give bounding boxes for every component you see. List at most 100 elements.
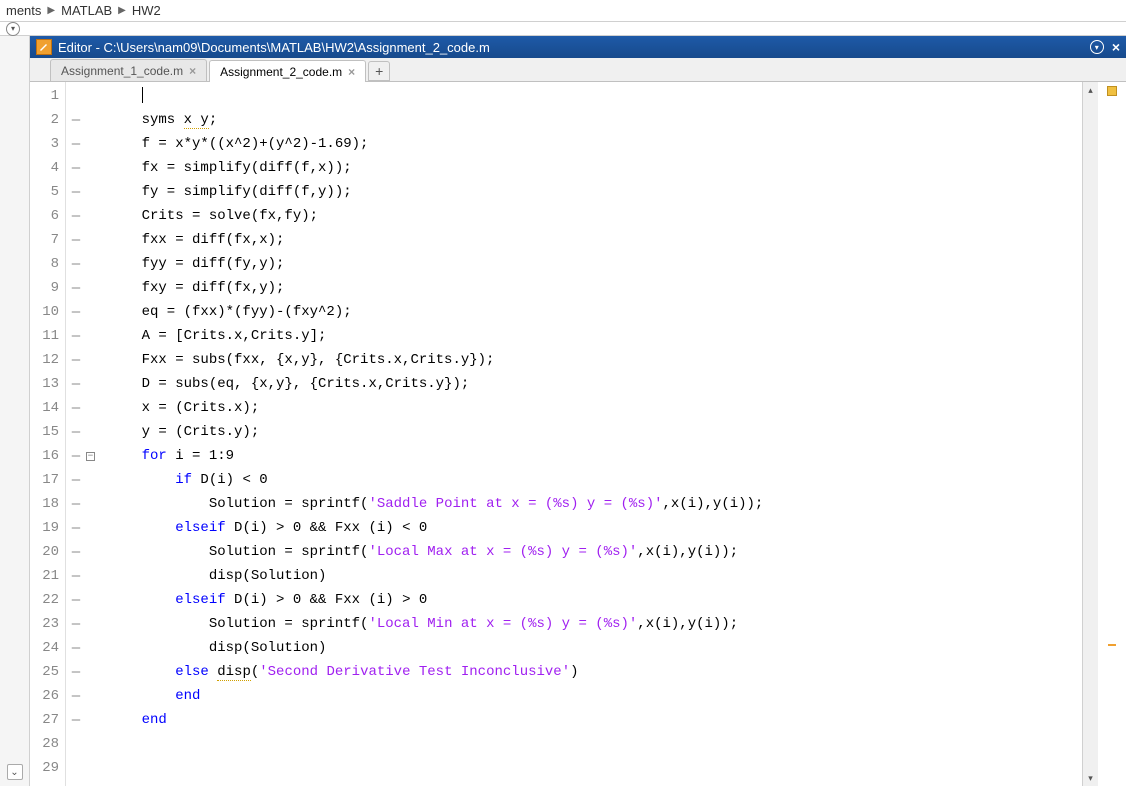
code-line[interactable]: fx = simplify(diff(f,x)); [108, 156, 1082, 180]
fold-cell [86, 228, 100, 252]
exec-mark-gutter: –––––––––––––––––––––––––– [66, 82, 86, 786]
line-number: 2 [30, 108, 59, 132]
code-line[interactable]: disp(Solution) [108, 564, 1082, 588]
code-line[interactable]: fy = simplify(diff(f,y)); [108, 180, 1082, 204]
code-line[interactable]: x = (Crits.x); [108, 396, 1082, 420]
code-status-icon[interactable] [1107, 86, 1117, 96]
code-line[interactable]: end [108, 684, 1082, 708]
editor-icon [36, 39, 52, 55]
code-line[interactable]: syms x y; [108, 108, 1082, 132]
fold-cell [86, 300, 100, 324]
code-line[interactable]: y = (Crits.y); [108, 420, 1082, 444]
line-number: 21 [30, 564, 59, 588]
fold-cell [86, 684, 100, 708]
line-number: 8 [30, 252, 59, 276]
line-number: 29 [30, 756, 59, 780]
code-line[interactable]: for i = 1:9 [108, 444, 1082, 468]
exec-mark: – [66, 564, 86, 588]
close-tab-icon[interactable]: × [348, 65, 355, 79]
fold-cell [86, 492, 100, 516]
fold-cell [86, 612, 100, 636]
line-number: 5 [30, 180, 59, 204]
code-area[interactable]: syms x y; f = x*y*((x^2)+(y^2)-1.69); fx… [100, 82, 1082, 786]
tab-assignment-1[interactable]: Assignment_1_code.m × [50, 59, 207, 81]
exec-mark: – [66, 372, 86, 396]
line-number: 13 [30, 372, 59, 396]
fold-cell [86, 108, 100, 132]
code-line[interactable]: Solution = sprintf('Local Max at x = (%s… [108, 540, 1082, 564]
exec-mark: – [66, 492, 86, 516]
code-analyzer-strip [1098, 82, 1126, 786]
code-line[interactable]: Fxx = subs(fxx, {x,y}, {Crits.x,Crits.y}… [108, 348, 1082, 372]
code-line[interactable]: disp(Solution) [108, 636, 1082, 660]
fold-cell [86, 420, 100, 444]
line-number: 18 [30, 492, 59, 516]
close-panel-button[interactable]: × [1112, 39, 1120, 55]
line-number: 15 [30, 420, 59, 444]
code-line[interactable]: A = [Crits.x,Crits.y]; [108, 324, 1082, 348]
scroll-up-icon[interactable]: ▴ [1083, 82, 1098, 98]
line-number: 7 [30, 228, 59, 252]
line-number: 17 [30, 468, 59, 492]
code-line[interactable]: elseif D(i) > 0 && Fxx (i) < 0 [108, 516, 1082, 540]
line-number: 26 [30, 684, 59, 708]
code-line[interactable]: D = subs(eq, {x,y}, {Crits.x,Crits.y}); [108, 372, 1082, 396]
line-number: 19 [30, 516, 59, 540]
exec-mark: – [66, 396, 86, 420]
dock-menu-icon[interactable]: ▾ [1090, 40, 1104, 54]
code-line[interactable]: Crits = solve(fx,fy); [108, 204, 1082, 228]
fold-cell [86, 660, 100, 684]
code-line[interactable]: fxx = diff(fx,x); [108, 228, 1082, 252]
tab-assignment-2[interactable]: Assignment_2_code.m × [209, 60, 366, 82]
exec-mark: – [66, 540, 86, 564]
exec-mark: – [66, 276, 86, 300]
exec-mark: – [66, 228, 86, 252]
exec-mark: – [66, 612, 86, 636]
dropdown-circle-icon[interactable]: ▾ [6, 22, 20, 36]
code-line[interactable]: fyy = diff(fy,y); [108, 252, 1082, 276]
exec-mark: – [66, 660, 86, 684]
code-line[interactable]: if D(i) < 0 [108, 468, 1082, 492]
exec-mark [66, 84, 86, 108]
fold-cell [86, 516, 100, 540]
code-line[interactable]: eq = (fxx)*(fyy)-(fxy^2); [108, 300, 1082, 324]
fold-cell [86, 732, 100, 756]
code-warning-marker[interactable] [1108, 644, 1116, 646]
fold-toggle-icon[interactable]: − [86, 452, 95, 461]
code-line[interactable]: else disp('Second Derivative Test Inconc… [108, 660, 1082, 684]
code-line[interactable]: fxy = diff(fx,y); [108, 276, 1082, 300]
exec-mark: – [66, 348, 86, 372]
exec-mark: – [66, 180, 86, 204]
code-line[interactable] [108, 84, 1082, 108]
exec-mark: – [66, 708, 86, 732]
line-number: 6 [30, 204, 59, 228]
fold-cell [86, 204, 100, 228]
breadcrumb-item[interactable]: MATLAB [59, 3, 114, 18]
line-number: 3 [30, 132, 59, 156]
fold-cell [86, 252, 100, 276]
breadcrumb-item[interactable]: HW2 [130, 3, 163, 18]
fold-cell [86, 324, 100, 348]
editor-titlebar: Editor - C:\Users\nam09\Documents\MATLAB… [30, 36, 1126, 58]
code-line[interactable] [108, 756, 1082, 780]
scroll-down-icon[interactable]: ▾ [1083, 770, 1098, 786]
close-tab-icon[interactable]: × [189, 64, 196, 78]
line-number: 4 [30, 156, 59, 180]
expand-chevron-icon[interactable]: ⌄ [7, 764, 23, 780]
sub-toolbar: ▾ [0, 22, 1126, 36]
line-number: 10 [30, 300, 59, 324]
vertical-scrollbar[interactable]: ▴ ▾ [1082, 82, 1098, 786]
line-number: 1 [30, 84, 59, 108]
fold-cell[interactable]: − [86, 444, 100, 468]
new-tab-button[interactable]: + [368, 61, 390, 81]
code-line[interactable]: Solution = sprintf('Saddle Point at x = … [108, 492, 1082, 516]
code-line[interactable]: elseif D(i) > 0 && Fxx (i) > 0 [108, 588, 1082, 612]
breadcrumb-item[interactable]: ments [4, 3, 43, 18]
code-line[interactable] [108, 732, 1082, 756]
fold-cell [86, 636, 100, 660]
exec-mark: – [66, 684, 86, 708]
code-line[interactable]: Solution = sprintf('Local Min at x = (%s… [108, 612, 1082, 636]
chevron-right-icon: ▶ [43, 5, 59, 16]
code-line[interactable]: end [108, 708, 1082, 732]
code-line[interactable]: f = x*y*((x^2)+(y^2)-1.69); [108, 132, 1082, 156]
